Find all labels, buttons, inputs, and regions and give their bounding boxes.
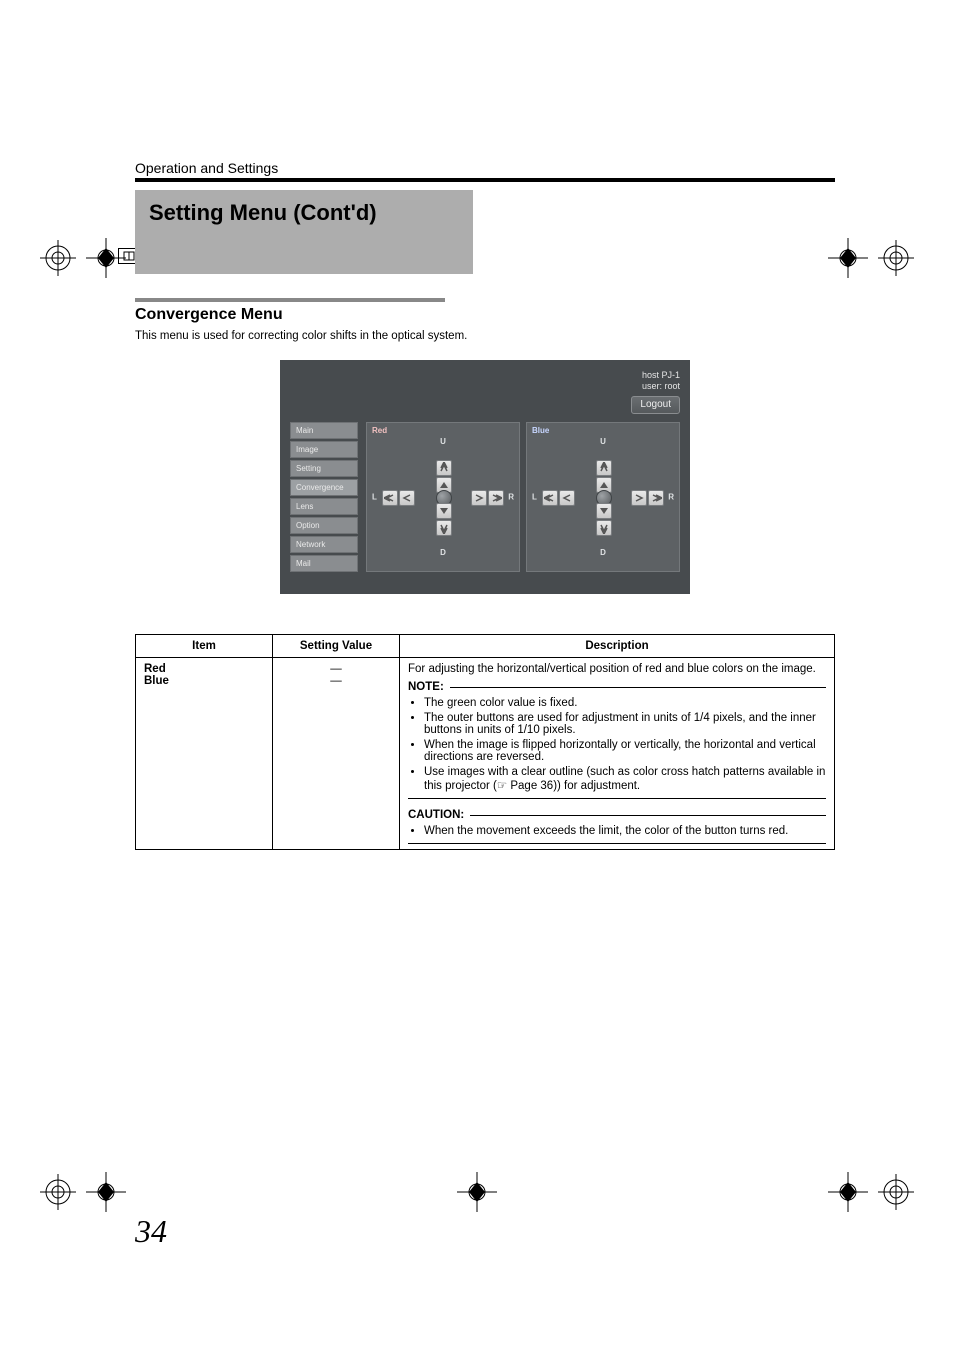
caution-list: When the movement exceeds the limit, the… xyxy=(408,825,826,837)
channel-title-blue: Blue xyxy=(530,426,676,437)
item-blue: Blue xyxy=(144,675,169,687)
label-right: R xyxy=(508,493,514,502)
ui-sidebar: Main Image Setting Convergence Lens Option Net… xyxy=(290,422,358,572)
note-label: NOTE: xyxy=(408,681,444,693)
th-desc: Description xyxy=(400,635,835,658)
ui-topbar: host PJ-1 user: root Logout xyxy=(290,370,680,414)
sidebar-item-setting[interactable]: Setting xyxy=(290,460,358,477)
btn-red-left-coarse[interactable] xyxy=(382,490,398,506)
th-value: Setting Value xyxy=(273,635,400,658)
note-item: When the image is flipped horizontally o… xyxy=(424,739,826,763)
sidebar-item-option[interactable]: Option xyxy=(290,517,358,534)
value-2: — xyxy=(330,675,342,687)
title-box: Setting Menu (Cont'd) xyxy=(135,190,473,274)
note-item: Use images with a clear outline (such as… xyxy=(424,766,826,792)
btn-blue-left-fine[interactable] xyxy=(559,490,575,506)
print-mark xyxy=(876,238,916,278)
label-left: L xyxy=(532,493,537,502)
note-rule xyxy=(450,687,826,688)
cell-value: — — xyxy=(273,658,400,850)
label-up: U xyxy=(600,437,606,446)
page-number: 34 xyxy=(135,1213,167,1250)
pad-blue: U D L R xyxy=(530,437,676,557)
intro-text: This menu is used for correcting color s… xyxy=(135,330,835,342)
btn-red-up-coarse[interactable] xyxy=(436,460,452,476)
btn-red-left-fine[interactable] xyxy=(399,490,415,506)
btn-blue-left-coarse[interactable] xyxy=(542,490,558,506)
user-label: user: root xyxy=(290,381,680,392)
host-label: host PJ-1 xyxy=(290,370,680,381)
btn-blue-down-coarse[interactable] xyxy=(596,520,612,536)
section-rule xyxy=(135,178,835,182)
cell-item: Red Blue xyxy=(136,658,273,850)
spec-table: Item Setting Value Description Red Blue … xyxy=(135,634,835,850)
subheading: Convergence Menu xyxy=(135,306,835,324)
cell-desc: For adjusting the horizontal/vertical po… xyxy=(400,658,835,850)
label-up: U xyxy=(440,437,446,446)
book-icon xyxy=(123,250,135,262)
th-item: Item xyxy=(136,635,273,658)
note-list: The green color value is fixed. The outer… xyxy=(408,697,826,792)
btn-red-right-fine[interactable] xyxy=(471,490,487,506)
sidebar-item-convergence[interactable]: Convergence xyxy=(290,479,358,496)
sidebar-item-mail[interactable]: Mail xyxy=(290,555,358,572)
sidebar-item-lens[interactable]: Lens xyxy=(290,498,358,515)
btn-red-right-coarse[interactable] xyxy=(488,490,504,506)
desc-intro: For adjusting the horizontal/vertical po… xyxy=(408,663,826,675)
page-title: Setting Menu (Cont'd) xyxy=(149,200,459,226)
convergence-ui-panel: host PJ-1 user: root Logout Main Image Set… xyxy=(280,360,690,594)
label-right: R xyxy=(668,493,674,502)
caution-end-rule xyxy=(408,843,826,844)
table-row: Red Blue — — For adjusting the horizonta… xyxy=(136,658,835,850)
print-mark xyxy=(38,1172,78,1212)
value-1: — xyxy=(330,663,342,675)
note-item: The green color value is fixed. xyxy=(424,697,826,709)
caution-label: CAUTION: xyxy=(408,809,464,821)
print-mark xyxy=(86,1172,126,1212)
sidebar-item-main[interactable]: Main xyxy=(290,422,358,439)
logout-button[interactable]: Logout xyxy=(631,396,680,415)
note-end-rule xyxy=(408,798,826,799)
sidebar-item-image[interactable]: Image xyxy=(290,441,358,458)
item-red: Red xyxy=(144,663,166,675)
btn-blue-right-coarse[interactable] xyxy=(648,490,664,506)
btn-blue-right-fine[interactable] xyxy=(631,490,647,506)
print-mark xyxy=(876,1172,916,1212)
subheading-rule xyxy=(135,298,445,302)
label-left: L xyxy=(372,493,377,502)
label-down: D xyxy=(440,548,446,557)
btn-blue-up-coarse[interactable] xyxy=(596,460,612,476)
channel-blue: Blue U D L R xyxy=(526,422,680,572)
ui-content: Red U D L R Blue U D L R xyxy=(366,422,680,572)
note-item: The outer buttons are used for adjustmen… xyxy=(424,712,826,736)
section-header: Operation and Settings xyxy=(135,160,835,176)
print-mark xyxy=(38,238,78,278)
channel-title-red: Red xyxy=(370,426,516,437)
btn-blue-down-fine[interactable] xyxy=(596,503,612,519)
sidebar-item-network[interactable]: Network xyxy=(290,536,358,553)
label-down: D xyxy=(600,548,606,557)
btn-red-down-coarse[interactable] xyxy=(436,520,452,536)
channel-red: Red U D L R xyxy=(366,422,520,572)
caution-item: When the movement exceeds the limit, the… xyxy=(424,825,826,837)
caution-rule xyxy=(470,815,826,816)
pad-red: U D L R xyxy=(370,437,516,557)
btn-red-down-fine[interactable] xyxy=(436,503,452,519)
